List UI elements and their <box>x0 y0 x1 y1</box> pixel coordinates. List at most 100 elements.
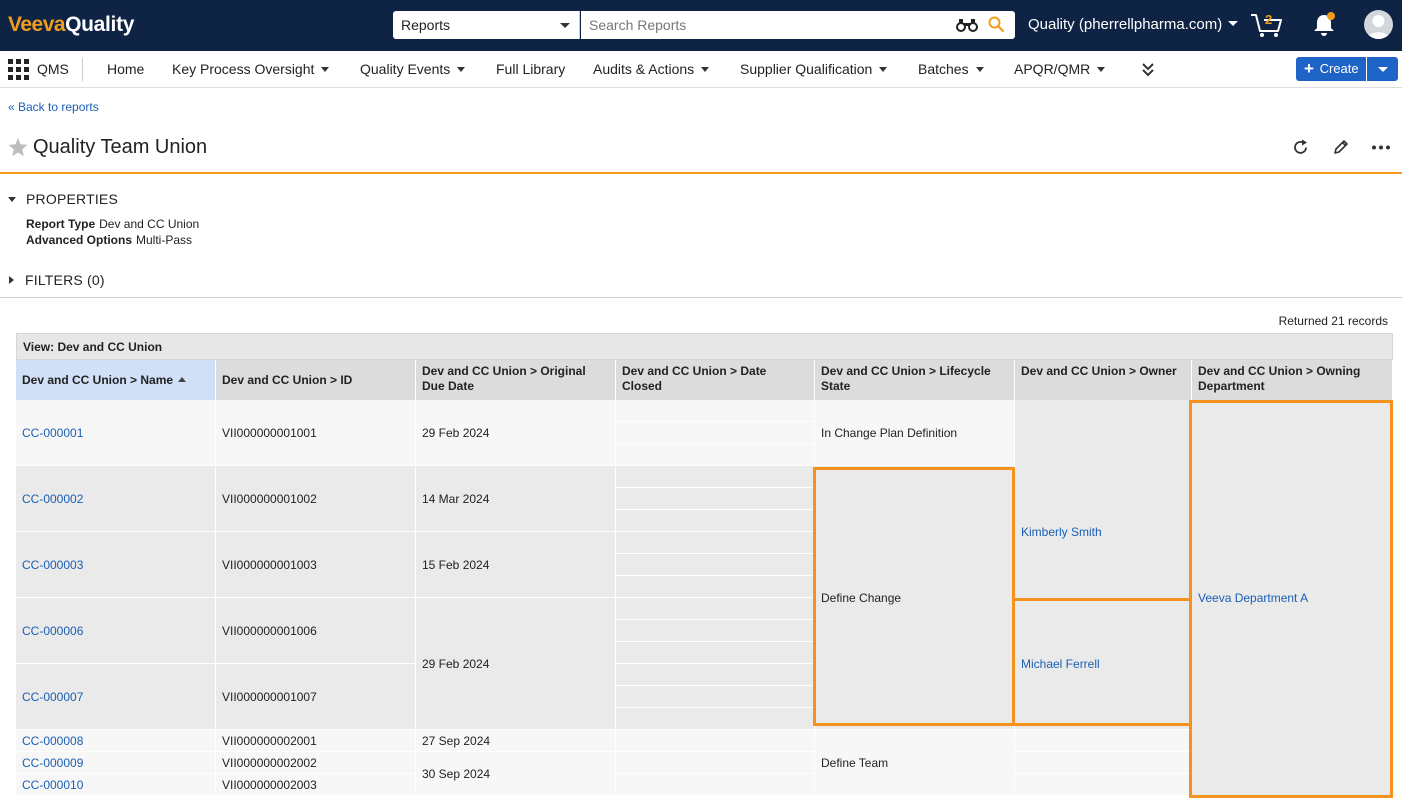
record-id: VII000000002003 <box>216 774 416 796</box>
nav-divider <box>82 58 83 81</box>
search-scope-label: Reports <box>401 17 451 33</box>
property-report-type: Report Type Dev and CC Union <box>26 217 199 231</box>
nav-full-library[interactable]: Full Library <box>496 51 565 88</box>
page-title: Quality Team Union <box>33 136 208 158</box>
date-closed-cell <box>616 730 815 752</box>
create-button[interactable]: + Create <box>1296 57 1366 81</box>
column-header-original-due-date[interactable]: Dev and CC Union > Original Due Date <box>416 360 616 400</box>
column-header-lifecycle-state[interactable]: Dev and CC Union > Lifecycle State <box>815 360 1015 400</box>
nav-audits-actions[interactable]: Audits & Actions <box>593 51 710 88</box>
due-date-cell: 14 Mar 2024 <box>416 466 616 532</box>
vault-name: Quality (pherrellpharma.com) <box>1028 16 1223 33</box>
lifecycle-state-cell: Define Change <box>815 466 1015 730</box>
lifecycle-state-cell: Define Team <box>815 730 1015 796</box>
create-label: Create <box>1319 61 1359 76</box>
property-value: Dev and CC Union <box>99 217 200 231</box>
column-header-name[interactable]: Dev and CC Union > Name <box>16 360 216 400</box>
nav-label: APQR/QMR <box>1014 61 1091 77</box>
record-count: Returned 21 records <box>1278 314 1388 328</box>
nav-key-process-oversight[interactable]: Key Process Oversight <box>172 51 330 88</box>
date-closed-cell <box>616 620 815 642</box>
nav-apqr-qmr[interactable]: APQR/QMR <box>1014 51 1106 88</box>
record-name-link[interactable]: CC-000006 <box>16 598 216 664</box>
date-closed-cell <box>616 554 815 576</box>
more-actions-icon[interactable] <box>1371 145 1391 150</box>
column-header-id[interactable]: Dev and CC Union > ID <box>216 360 416 400</box>
nav-label: Quality Events <box>360 61 451 77</box>
due-date-cell: 27 Sep 2024 <box>416 730 616 752</box>
record-name-link[interactable]: CC-000008 <box>16 730 216 752</box>
owner-cell <box>1015 774 1192 796</box>
nav-label: Home <box>107 61 145 77</box>
view-label: View: Dev and CC Union <box>16 333 1393 360</box>
nav-label: Key Process Oversight <box>172 61 315 77</box>
record-name-link[interactable]: CC-000007 <box>16 664 216 730</box>
chevron-down-icon <box>457 67 466 72</box>
nav-label: Full Library <box>496 61 566 77</box>
user-avatar[interactable] <box>1364 10 1393 39</box>
properties-section-toggle[interactable]: PROPERTIES <box>8 191 118 207</box>
cart-count-badge: 2 <box>1265 12 1273 27</box>
owner-cell <box>1015 752 1192 774</box>
edit-pencil-icon[interactable] <box>1333 139 1349 155</box>
owner-link[interactable]: Michael Ferrell <box>1015 598 1192 730</box>
filters-section-toggle[interactable]: FILTERS (0) <box>8 272 105 288</box>
date-closed-cell <box>616 774 815 796</box>
date-closed-cell <box>616 532 815 554</box>
user-icon <box>1367 15 1390 39</box>
record-name-link[interactable]: CC-000003 <box>16 532 216 598</box>
record-id: VII000000002001 <box>216 730 416 752</box>
double-chevron-down-icon[interactable] <box>1141 61 1155 77</box>
owning-department-link[interactable]: Veeva Department A <box>1192 400 1393 796</box>
nav-quality-events[interactable]: Quality Events <box>360 51 466 88</box>
column-header-label: Dev and CC Union > Name <box>22 373 174 387</box>
search-icon[interactable] <box>988 16 1004 32</box>
lifecycle-state-cell: In Change Plan Definition <box>815 400 1015 466</box>
due-date-cell: 29 Feb 2024 <box>416 598 616 730</box>
date-closed-cell <box>616 488 815 510</box>
column-header-date-closed[interactable]: Dev and CC Union > Date Closed <box>616 360 815 400</box>
favorite-star-icon[interactable] <box>8 138 28 157</box>
owner-cell <box>1015 730 1192 752</box>
column-header-owner[interactable]: Dev and CC Union > Owner <box>1015 360 1192 400</box>
chevron-down-icon <box>1097 67 1106 72</box>
date-closed-cell <box>616 466 815 488</box>
refresh-icon[interactable] <box>1292 139 1309 156</box>
plus-icon: + <box>1304 59 1314 78</box>
date-closed-cell <box>616 708 815 730</box>
nav-label: Batches <box>918 61 969 77</box>
property-value: Multi-Pass <box>136 233 193 247</box>
nav-supplier-qualification[interactable]: Supplier Qualification <box>740 51 888 88</box>
nav-batches[interactable]: Batches <box>918 51 984 88</box>
date-closed-cell <box>616 444 815 466</box>
record-name-link[interactable]: CC-000010 <box>16 774 216 796</box>
record-id: VII000000001003 <box>216 532 416 598</box>
create-dropdown-button[interactable] <box>1367 57 1398 81</box>
chevron-down-icon <box>701 67 710 72</box>
record-name-link[interactable]: CC-000001 <box>16 400 216 466</box>
nav-label: Audits & Actions <box>593 61 695 77</box>
search-input[interactable] <box>581 11 941 39</box>
navigation-bar: QMS Home Key Process Oversight Quality E… <box>0 51 1402 88</box>
notification-bell-icon[interactable] <box>1312 12 1336 38</box>
app-name[interactable]: QMS <box>37 51 69 88</box>
record-name-link[interactable]: CC-000002 <box>16 466 216 532</box>
filters-label: FILTERS (0) <box>25 272 105 288</box>
record-id: VII000000001002 <box>216 466 416 532</box>
search-scope-dropdown[interactable]: Reports <box>393 11 580 39</box>
property-advanced-options: Advanced Options Multi-Pass <box>26 233 192 247</box>
column-header-owning-department[interactable]: Dev and CC Union > Owning Department <box>1192 360 1393 400</box>
record-id: VII000000001007 <box>216 664 416 730</box>
date-closed-cell <box>616 422 815 444</box>
vault-switcher[interactable]: Quality (pherrellpharma.com) <box>1028 16 1239 33</box>
chevron-down-icon <box>321 67 330 72</box>
chevron-down-icon <box>879 67 888 72</box>
veeva-quality-logo[interactable]: VeevaQuality <box>8 13 134 37</box>
binoculars-icon[interactable] <box>956 18 978 32</box>
app-grid-icon[interactable] <box>8 59 29 80</box>
nav-home[interactable]: Home <box>107 51 144 88</box>
record-name-link[interactable]: CC-000009 <box>16 752 216 774</box>
back-to-reports-link[interactable]: « Back to reports <box>8 100 99 114</box>
date-closed-cell <box>616 598 815 620</box>
date-closed-cell <box>616 400 815 422</box>
